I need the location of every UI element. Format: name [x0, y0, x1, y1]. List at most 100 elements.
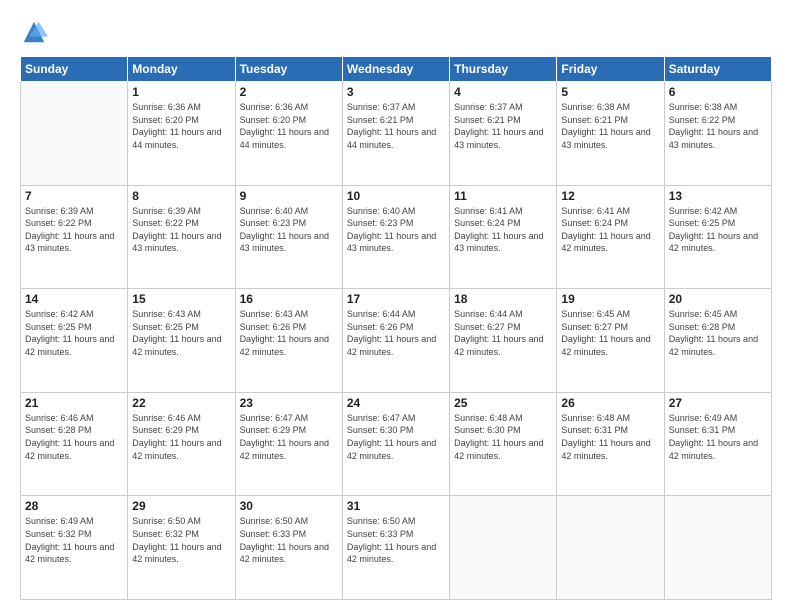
table-row: 30Sunrise: 6:50 AM Sunset: 6:33 PM Dayli… [235, 496, 342, 600]
cell-info: Sunrise: 6:40 AM Sunset: 6:23 PM Dayligh… [347, 205, 445, 255]
day-number: 15 [132, 292, 230, 306]
day-number: 27 [669, 396, 767, 410]
day-number: 21 [25, 396, 123, 410]
day-number: 6 [669, 85, 767, 99]
day-number: 4 [454, 85, 552, 99]
table-row: 2Sunrise: 6:36 AM Sunset: 6:20 PM Daylig… [235, 82, 342, 186]
table-row: 24Sunrise: 6:47 AM Sunset: 6:30 PM Dayli… [342, 392, 449, 496]
day-number: 3 [347, 85, 445, 99]
table-row: 3 Sunrise: 6:37 AM Sunset: 6:21 PM Daylig… [342, 82, 449, 186]
cell-info: Sunrise: 6:50 AM Sunset: 6:33 PM Dayligh… [240, 515, 338, 565]
table-row: 10 Sunrise: 6:40 AM Sunset: 6:23 PM Dayli… [342, 185, 449, 289]
table-row: 4 Sunrise: 6:37 AM Sunset: 6:21 PM Daylig… [450, 82, 557, 186]
cell-info: Sunrise: 6:45 AM Sunset: 6:28 PM Dayligh… [669, 308, 767, 358]
cell-info: Sunrise: 6:41 AM Sunset: 6:24 PM Dayligh… [561, 205, 659, 255]
table-row: 16 Sunrise: 6:43 AM Sunset: 6:26 PM Dayli… [235, 289, 342, 393]
col-sunday: Sunday [21, 57, 128, 82]
cell-info: Sunrise: 6:47 AM Sunset: 6:29 PM Dayligh… [240, 412, 338, 462]
cell-info: Sunrise: 6:44 AM Sunset: 6:26 PM Dayligh… [347, 308, 445, 358]
table-row: 7Sunrise: 6:39 AM Sunset: 6:22 PM Daylig… [21, 185, 128, 289]
table-row: 23 Sunrise: 6:47 AM Sunset: 6:29 PM Dayli… [235, 392, 342, 496]
calendar-header-row: Sunday Monday Tuesday Wednesday Thursday… [21, 57, 772, 82]
table-row: 29Sunrise: 6:50 AM Sunset: 6:32 PM Dayli… [128, 496, 235, 600]
table-row: 27 Sunrise: 6:49 AM Sunset: 6:31 PM Dayli… [664, 392, 771, 496]
cell-info: Sunrise: 6:46 AM Sunset: 6:29 PM Dayligh… [132, 412, 230, 462]
table-row: 18 Sunrise: 6:44 AM Sunset: 6:27 PM Dayli… [450, 289, 557, 393]
header [20, 18, 772, 46]
calendar-page: Sunday Monday Tuesday Wednesday Thursday… [0, 0, 792, 612]
day-number: 20 [669, 292, 767, 306]
table-row: 22Sunrise: 6:46 AM Sunset: 6:29 PM Dayli… [128, 392, 235, 496]
cell-info: Sunrise: 6:48 AM Sunset: 6:31 PM Dayligh… [561, 412, 659, 462]
table-row: 19 Sunrise: 6:45 AM Sunset: 6:27 PM Dayli… [557, 289, 664, 393]
day-number: 19 [561, 292, 659, 306]
cell-info: Sunrise: 6:37 AM Sunset: 6:21 PM Dayligh… [454, 101, 552, 151]
col-thursday: Thursday [450, 57, 557, 82]
day-number: 23 [240, 396, 338, 410]
day-number: 16 [240, 292, 338, 306]
cell-info: Sunrise: 6:46 AM Sunset: 6:28 PM Dayligh… [25, 412, 123, 462]
table-row: 1 Sunrise: 6:36 AM Sunset: 6:20 PM Daylig… [128, 82, 235, 186]
cell-info: Sunrise: 6:41 AM Sunset: 6:24 PM Dayligh… [454, 205, 552, 255]
table-row: 31Sunrise: 6:50 AM Sunset: 6:33 PM Dayli… [342, 496, 449, 600]
cell-info: Sunrise: 6:47 AM Sunset: 6:30 PM Dayligh… [347, 412, 445, 462]
day-number: 11 [454, 189, 552, 203]
cell-info: Sunrise: 6:43 AM Sunset: 6:25 PM Dayligh… [132, 308, 230, 358]
logo [20, 18, 52, 46]
day-number: 8 [132, 189, 230, 203]
cell-info: Sunrise: 6:49 AM Sunset: 6:31 PM Dayligh… [669, 412, 767, 462]
day-number: 31 [347, 499, 445, 513]
cell-info: Sunrise: 6:37 AM Sunset: 6:21 PM Dayligh… [347, 101, 445, 151]
day-number: 26 [561, 396, 659, 410]
day-number: 1 [132, 85, 230, 99]
day-number: 12 [561, 189, 659, 203]
cell-info: Sunrise: 6:49 AM Sunset: 6:32 PM Dayligh… [25, 515, 123, 565]
table-row [450, 496, 557, 600]
day-number: 17 [347, 292, 445, 306]
table-row: 15 Sunrise: 6:43 AM Sunset: 6:25 PM Dayli… [128, 289, 235, 393]
day-number: 14 [25, 292, 123, 306]
cell-info: Sunrise: 6:40 AM Sunset: 6:23 PM Dayligh… [240, 205, 338, 255]
day-number: 10 [347, 189, 445, 203]
day-number: 9 [240, 189, 338, 203]
cell-info: Sunrise: 6:39 AM Sunset: 6:22 PM Dayligh… [132, 205, 230, 255]
day-number: 25 [454, 396, 552, 410]
table-row [664, 496, 771, 600]
table-row: 17 Sunrise: 6:44 AM Sunset: 6:26 PM Dayli… [342, 289, 449, 393]
table-row [21, 82, 128, 186]
cell-info: Sunrise: 6:50 AM Sunset: 6:32 PM Dayligh… [132, 515, 230, 565]
cell-info: Sunrise: 6:42 AM Sunset: 6:25 PM Dayligh… [25, 308, 123, 358]
calendar-week-row: 21 Sunrise: 6:46 AM Sunset: 6:28 PM Dayli… [21, 392, 772, 496]
table-row: 9 Sunrise: 6:40 AM Sunset: 6:23 PM Daylig… [235, 185, 342, 289]
table-row: 5Sunrise: 6:38 AM Sunset: 6:21 PM Daylig… [557, 82, 664, 186]
table-row: 20 Sunrise: 6:45 AM Sunset: 6:28 PM Dayli… [664, 289, 771, 393]
col-saturday: Saturday [664, 57, 771, 82]
cell-info: Sunrise: 6:48 AM Sunset: 6:30 PM Dayligh… [454, 412, 552, 462]
cell-info: Sunrise: 6:36 AM Sunset: 6:20 PM Dayligh… [132, 101, 230, 151]
col-friday: Friday [557, 57, 664, 82]
table-row: 21 Sunrise: 6:46 AM Sunset: 6:28 PM Dayli… [21, 392, 128, 496]
calendar-week-row: 14 Sunrise: 6:42 AM Sunset: 6:25 PM Dayli… [21, 289, 772, 393]
cell-info: Sunrise: 6:42 AM Sunset: 6:25 PM Dayligh… [669, 205, 767, 255]
calendar-week-row: 1 Sunrise: 6:36 AM Sunset: 6:20 PM Daylig… [21, 82, 772, 186]
table-row: 25 Sunrise: 6:48 AM Sunset: 6:30 PM Dayli… [450, 392, 557, 496]
table-row: 26 Sunrise: 6:48 AM Sunset: 6:31 PM Dayli… [557, 392, 664, 496]
table-row [557, 496, 664, 600]
day-number: 28 [25, 499, 123, 513]
calendar-week-row: 7Sunrise: 6:39 AM Sunset: 6:22 PM Daylig… [21, 185, 772, 289]
calendar-week-row: 28 Sunrise: 6:49 AM Sunset: 6:32 PM Dayli… [21, 496, 772, 600]
col-tuesday: Tuesday [235, 57, 342, 82]
table-row: 14 Sunrise: 6:42 AM Sunset: 6:25 PM Dayli… [21, 289, 128, 393]
table-row: 13 Sunrise: 6:42 AM Sunset: 6:25 PM Dayli… [664, 185, 771, 289]
cell-info: Sunrise: 6:45 AM Sunset: 6:27 PM Dayligh… [561, 308, 659, 358]
cell-info: Sunrise: 6:38 AM Sunset: 6:22 PM Dayligh… [669, 101, 767, 151]
col-wednesday: Wednesday [342, 57, 449, 82]
logo-icon [20, 18, 48, 46]
calendar-table: Sunday Monday Tuesday Wednesday Thursday… [20, 56, 772, 600]
day-number: 13 [669, 189, 767, 203]
cell-info: Sunrise: 6:36 AM Sunset: 6:20 PM Dayligh… [240, 101, 338, 151]
day-number: 5 [561, 85, 659, 99]
cell-info: Sunrise: 6:43 AM Sunset: 6:26 PM Dayligh… [240, 308, 338, 358]
day-number: 18 [454, 292, 552, 306]
cell-info: Sunrise: 6:44 AM Sunset: 6:27 PM Dayligh… [454, 308, 552, 358]
